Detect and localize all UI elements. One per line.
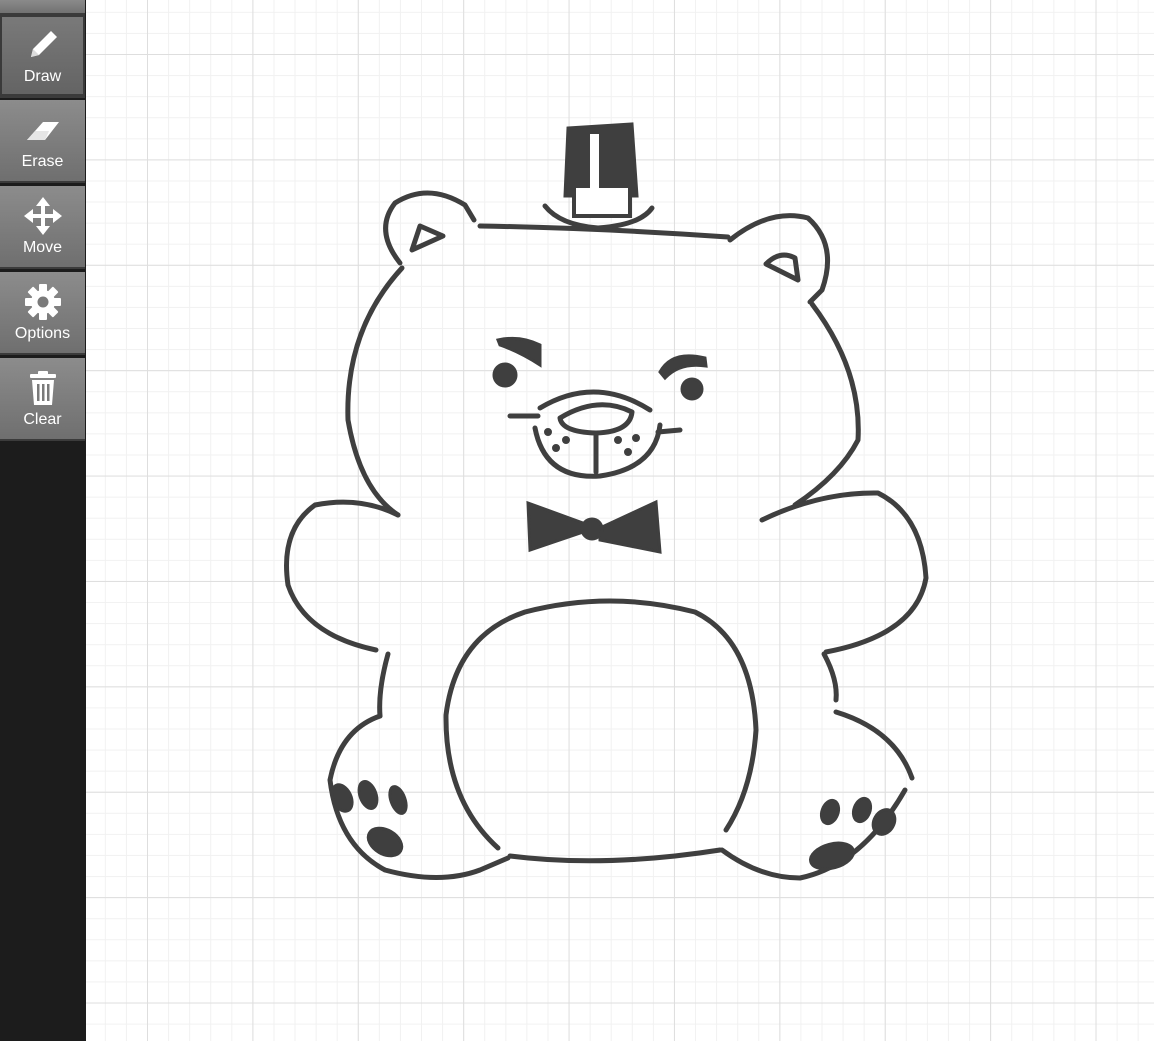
left-arm <box>284 499 401 653</box>
erase-tool-label: Erase <box>21 153 64 170</box>
move-arrows-icon <box>21 194 65 238</box>
clear-tool-button[interactable]: Clear <box>0 358 85 441</box>
options-tool-button[interactable]: Options <box>0 272 85 355</box>
left-inner-ear <box>409 223 446 253</box>
body-left <box>377 651 391 719</box>
crotch <box>507 847 723 864</box>
pencil-icon <box>21 23 65 67</box>
toolbar-scroll-stub[interactable] <box>0 0 85 15</box>
belly <box>443 598 759 851</box>
right-ear <box>727 213 830 305</box>
nose <box>557 402 635 436</box>
draw-tool-button[interactable]: Draw <box>0 15 85 98</box>
bow-tie-knot <box>580 517 604 541</box>
left-eye <box>492 362 518 388</box>
move-tool-label: Move <box>22 239 63 256</box>
right-arm <box>759 490 929 655</box>
right-eyebrow <box>658 354 708 381</box>
bear-head-left <box>345 265 405 518</box>
draw-tool-label: Draw <box>23 68 62 85</box>
body-right <box>821 651 839 703</box>
left-eyebrow <box>495 336 542 368</box>
right-eye <box>680 377 704 401</box>
clear-tool-label: Clear <box>23 411 62 428</box>
left-leg <box>327 713 511 880</box>
drawing-canvas[interactable] <box>86 0 1154 1041</box>
trash-icon <box>21 366 65 410</box>
toolbar-sidebar: Draw Erase Move Options Clear <box>0 0 86 1041</box>
right-leg-top <box>833 709 915 781</box>
erase-tool-button[interactable]: Erase <box>0 100 85 183</box>
eraser-icon <box>21 108 65 152</box>
bear-head-right <box>792 301 861 508</box>
gear-icon <box>21 280 65 324</box>
move-tool-button[interactable]: Move <box>0 186 85 269</box>
options-tool-label: Options <box>14 325 71 342</box>
bear-sketch <box>284 122 929 881</box>
right-inner-ear <box>763 252 801 283</box>
